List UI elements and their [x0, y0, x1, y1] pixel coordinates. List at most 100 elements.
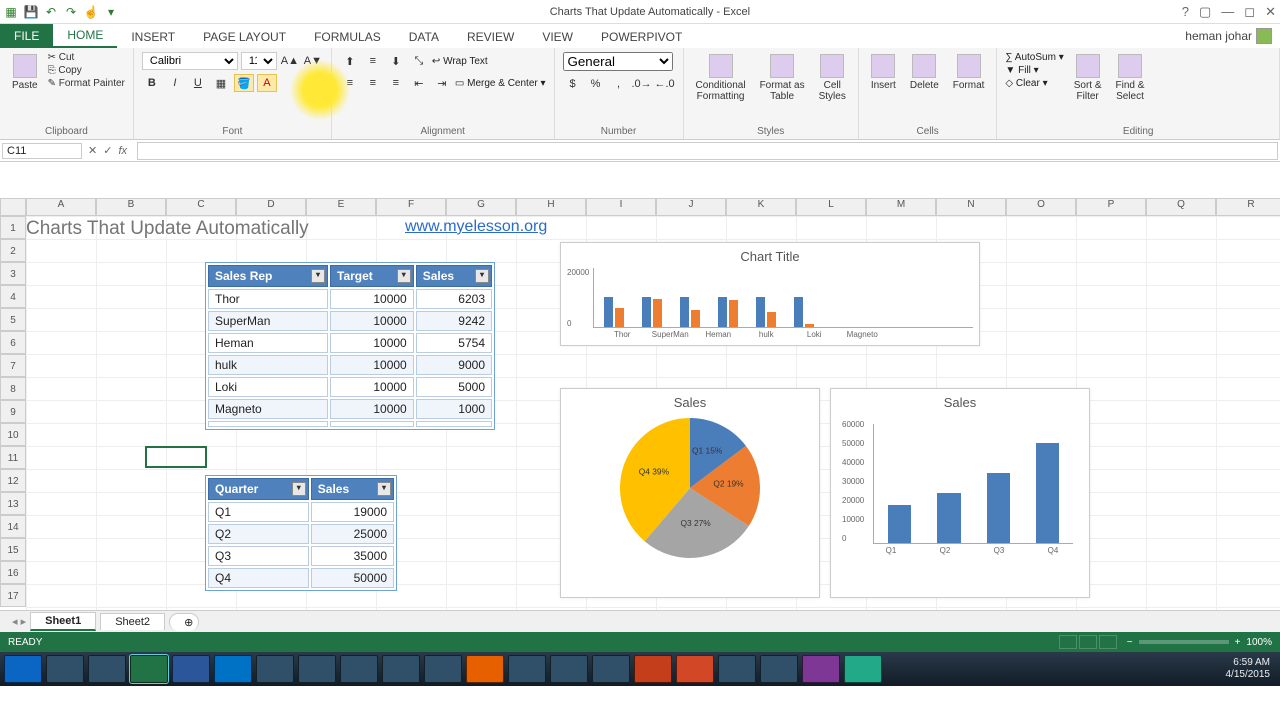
percent-icon[interactable]: %: [586, 75, 606, 93]
fill-color-button[interactable]: 🪣: [234, 74, 254, 92]
font-name[interactable]: Calibri: [142, 52, 238, 70]
format-cells-button[interactable]: Format: [949, 52, 989, 124]
sheet-tab-1[interactable]: Sheet1: [30, 612, 96, 631]
taskbar-libraries[interactable]: [88, 655, 126, 683]
system-clock[interactable]: 6:59 AM4/15/2015: [1226, 657, 1277, 681]
row-headers[interactable]: 1234567891011121314151617: [0, 216, 26, 607]
clear-button[interactable]: ◇ Clear ▾: [1005, 78, 1063, 89]
name-box[interactable]: C11: [2, 143, 82, 159]
taskbar-camtasia[interactable]: [844, 655, 882, 683]
enter-icon[interactable]: ✓: [103, 144, 112, 157]
touch-icon[interactable]: ☝: [84, 5, 98, 19]
taskbar-app3[interactable]: [382, 655, 420, 683]
comma-icon[interactable]: ,: [609, 75, 629, 93]
conditional-formatting-button[interactable]: Conditional Formatting: [692, 52, 750, 124]
close-icon[interactable]: ✕: [1265, 4, 1276, 20]
fx-icon[interactable]: fx: [118, 145, 127, 157]
chart-clustered-bar[interactable]: Chart Title 200000 ThorSuperManHemanhulk…: [560, 242, 980, 346]
taskbar-app4[interactable]: [424, 655, 462, 683]
taskbar-word[interactable]: [172, 655, 210, 683]
taskbar-app6[interactable]: [508, 655, 546, 683]
taskbar-app12[interactable]: [760, 655, 798, 683]
taskbar-app7[interactable]: [550, 655, 588, 683]
paste-button[interactable]: Paste: [8, 52, 42, 124]
taskbar-app9[interactable]: [634, 655, 672, 683]
format-painter-button[interactable]: ✎ Format Painter: [48, 78, 125, 89]
cancel-icon[interactable]: ✕: [88, 144, 97, 157]
font-color-button[interactable]: A: [257, 74, 277, 92]
number-format[interactable]: General: [563, 52, 673, 71]
tab-powerpivot[interactable]: POWERPIVOT: [587, 26, 696, 48]
worksheet[interactable]: ABCDEFGHIJKLMNOPQRS 12345678910111213141…: [0, 162, 1280, 610]
undo-icon[interactable]: ↶: [44, 5, 58, 19]
tab-formulas[interactable]: FORMULAS: [300, 26, 395, 48]
taskbar-chrome[interactable]: [256, 655, 294, 683]
start-button[interactable]: [4, 655, 42, 683]
format-as-table-button[interactable]: Format as Table: [756, 52, 809, 124]
border-button[interactable]: ▦: [211, 74, 231, 92]
sort-filter-button[interactable]: Sort & Filter: [1070, 52, 1106, 124]
chart-column[interactable]: Sales 0100002000030000400005000060000 Q1…: [830, 388, 1090, 598]
align-center-icon[interactable]: ≡: [363, 74, 383, 92]
tab-data[interactable]: DATA: [395, 26, 453, 48]
tab-page-layout[interactable]: PAGE LAYOUT: [189, 26, 300, 48]
align-bottom-icon[interactable]: ⬇: [386, 52, 406, 70]
sheet-nav-icon[interactable]: ◂ ▸: [12, 615, 26, 628]
sheet-tab-2[interactable]: Sheet2: [100, 613, 165, 630]
currency-icon[interactable]: $: [563, 75, 583, 93]
website-link[interactable]: www.myelesson.org: [405, 218, 547, 236]
help-icon[interactable]: ?: [1182, 4, 1189, 20]
bold-button[interactable]: B: [142, 74, 162, 92]
view-buttons[interactable]: [1059, 635, 1117, 649]
orientation-icon[interactable]: ⤡: [409, 52, 429, 70]
tab-review[interactable]: REVIEW: [453, 26, 528, 48]
tab-view[interactable]: VIEW: [528, 26, 587, 48]
merge-button[interactable]: ▭ Merge & Center ▾: [455, 78, 546, 89]
taskbar-app[interactable]: [298, 655, 336, 683]
account[interactable]: heman johar: [1177, 24, 1280, 48]
decrease-indent-icon[interactable]: ⇤: [409, 74, 429, 92]
chart-pie[interactable]: Sales Q1 15%Q2 19%Q3 27%Q4 39%: [560, 388, 820, 598]
align-right-icon[interactable]: ≡: [386, 74, 406, 92]
find-select-button[interactable]: Find & Select: [1112, 52, 1149, 124]
taskbar-app8[interactable]: [592, 655, 630, 683]
taskbar-app13[interactable]: [802, 655, 840, 683]
column-headers[interactable]: ABCDEFGHIJKLMNOPQRS: [0, 198, 1280, 216]
taskbar-excel[interactable]: [130, 655, 168, 683]
more-icon[interactable]: ▾: [104, 5, 118, 19]
font-size[interactable]: 11: [241, 52, 277, 70]
increase-indent-icon[interactable]: ⇥: [432, 74, 452, 92]
autosum-button[interactable]: ∑ AutoSum ▾: [1005, 52, 1063, 63]
italic-button[interactable]: I: [165, 74, 185, 92]
zoom-slider[interactable]: −+ 100%: [1127, 637, 1272, 648]
decrease-decimal-icon[interactable]: ←.0: [655, 75, 675, 93]
align-middle-icon[interactable]: ≡: [363, 52, 383, 70]
align-top-icon[interactable]: ⬆: [340, 52, 360, 70]
underline-button[interactable]: U: [188, 74, 208, 92]
increase-decimal-icon[interactable]: .0→: [632, 75, 652, 93]
cell-styles-button[interactable]: Cell Styles: [815, 52, 850, 124]
decrease-font-icon[interactable]: A▼: [303, 52, 323, 70]
copy-button[interactable]: ⎘ Copy: [48, 65, 125, 76]
fill-button[interactable]: ▼ Fill ▾: [1005, 65, 1063, 76]
align-left-icon[interactable]: ≡: [340, 74, 360, 92]
save-icon[interactable]: 💾: [24, 5, 38, 19]
taskbar-app2[interactable]: [340, 655, 378, 683]
taskbar-app11[interactable]: [718, 655, 756, 683]
taskbar-explorer[interactable]: [46, 655, 84, 683]
increase-font-icon[interactable]: A▲: [280, 52, 300, 70]
minimize-icon[interactable]: —: [1221, 4, 1234, 20]
new-sheet-button[interactable]: ⊕: [169, 613, 199, 631]
maximize-icon[interactable]: ◻: [1244, 4, 1255, 20]
quarter-table[interactable]: Quarter▾Sales▾Q119000Q225000Q335000Q4500…: [205, 475, 397, 591]
taskbar-outlook[interactable]: [214, 655, 252, 683]
tab-home[interactable]: HOME: [53, 24, 117, 48]
taskbar-firefox[interactable]: [466, 655, 504, 683]
redo-icon[interactable]: ↷: [64, 5, 78, 19]
file-tab[interactable]: FILE: [0, 24, 53, 48]
taskbar-powerpoint[interactable]: [676, 655, 714, 683]
formula-input[interactable]: [137, 142, 1278, 160]
insert-cells-button[interactable]: Insert: [867, 52, 900, 124]
cut-button[interactable]: ✂ Cut: [48, 52, 125, 63]
delete-cells-button[interactable]: Delete: [906, 52, 943, 124]
